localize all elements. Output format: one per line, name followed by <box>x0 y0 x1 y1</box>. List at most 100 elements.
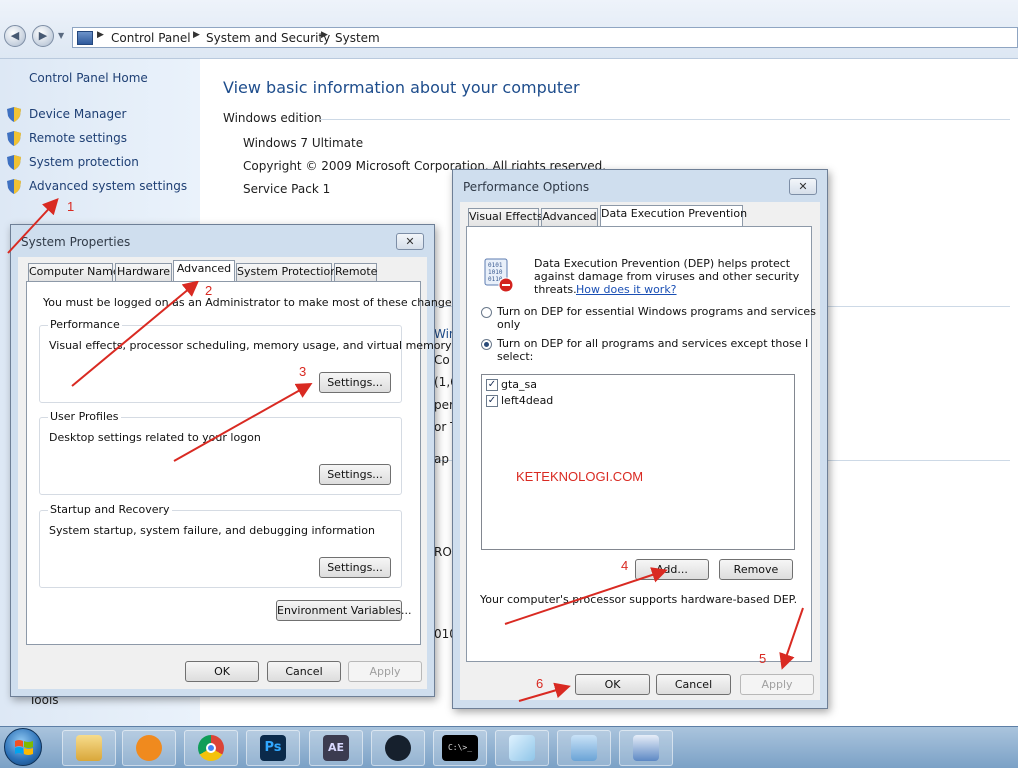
annotation-number: 4 <box>621 558 629 573</box>
page-title: View basic information about your comput… <box>223 78 580 97</box>
user-profiles-group: User Profiles Desktop settings related t… <box>39 410 402 495</box>
tab-advanced[interactable]: Advanced <box>541 208 598 226</box>
list-item[interactable]: left4dead <box>501 394 553 407</box>
forward-button[interactable]: ▶ <box>32 25 54 47</box>
cancel-button[interactable]: Cancel <box>656 674 731 695</box>
tab-remote[interactable]: Remote <box>334 263 377 281</box>
command-prompt-icon: C:\>_ <box>442 735 478 761</box>
shield-icon <box>7 131 21 146</box>
dep-all-programs-radio[interactable] <box>481 339 492 350</box>
shield-icon <box>7 107 21 122</box>
address-field[interactable]: ▶ Control Panel ▶ System and Security ▶ … <box>72 27 1018 48</box>
edition-value: Windows 7 Ultimate <box>243 136 364 150</box>
crumb-system-security[interactable]: System and Security <box>206 31 330 45</box>
chevron-right-icon[interactable]: ▶ <box>97 30 104 40</box>
control-panel-icon <box>571 735 597 761</box>
tab-advanced[interactable]: Advanced <box>173 260 235 281</box>
performance-settings-button[interactable]: Settings... <box>319 372 391 393</box>
dialog-client: Computer Name Hardware Advanced System P… <box>18 257 461 689</box>
close-icon[interactable]: ✕ <box>396 233 424 250</box>
taskbar-photoshop[interactable]: Ps <box>246 730 300 766</box>
remote-settings-link[interactable]: Remote settings <box>29 131 127 145</box>
excluded-programs-list[interactable]: ✓ gta_sa ✓ left4dead KETEKNOLOGI.COM <box>481 374 795 550</box>
back-button[interactable]: ◀ <box>4 25 26 47</box>
after-effects-icon: AE <box>323 735 349 761</box>
radio-label: Turn on DEP for essential Windows progra… <box>497 305 816 318</box>
tab-hardware[interactable]: Hardware <box>115 263 172 281</box>
annotation-number: 1 <box>67 199 75 214</box>
taskbar-notepad[interactable] <box>495 730 549 766</box>
list-item[interactable]: gta_sa <box>501 378 537 391</box>
ok-button[interactable]: OK <box>185 661 259 682</box>
ok-button[interactable]: OK <box>575 674 650 695</box>
performance-group: Performance Visual effects, processor sc… <box>39 318 452 403</box>
computer-icon <box>633 735 659 761</box>
control-panel-home-link[interactable]: Control Panel Home <box>29 71 148 85</box>
section-divider <box>320 119 1010 120</box>
support-note: Your computer's processor supports hardw… <box>480 593 798 606</box>
dep-essential-radio[interactable] <box>481 307 492 318</box>
taskbar-command-prompt[interactable]: C:\>_ <box>433 730 487 766</box>
environment-variables-button[interactable]: Environment Variables... <box>276 600 412 621</box>
shield-icon <box>7 179 21 194</box>
chevron-right-icon[interactable]: ▶ <box>321 30 328 40</box>
windows-logo-icon <box>15 740 33 755</box>
history-dropdown-icon[interactable]: ▼ <box>58 31 64 40</box>
dep-description-line: threats. <box>534 283 577 296</box>
add-button[interactable]: Add... <box>635 559 709 580</box>
advanced-system-settings-link[interactable]: Advanced system settings <box>29 179 187 193</box>
crumb-control-panel[interactable]: Control Panel <box>111 31 191 45</box>
tab-computer-name[interactable]: Computer Name <box>28 263 120 281</box>
program-checkbox[interactable]: ✓ <box>486 379 498 391</box>
cancel-button[interactable]: Cancel <box>267 661 341 682</box>
start-button[interactable] <box>4 728 42 766</box>
photoshop-icon: Ps <box>260 735 286 761</box>
close-icon[interactable]: ✕ <box>789 178 817 195</box>
dep-description-line: Data Execution Prevention (DEP) helps pr… <box>534 257 791 270</box>
device-manager-link[interactable]: Device Manager <box>29 107 126 121</box>
taskbar-chrome[interactable] <box>184 730 238 766</box>
taskbar-explorer[interactable] <box>62 730 116 766</box>
taskbar-system[interactable] <box>619 730 673 766</box>
address-bar-area: ◀ ▶ ▼ ▶ Control Panel ▶ System and Secur… <box>0 0 1018 59</box>
tab-data-execution-prevention[interactable]: Data Execution Prevention <box>600 205 747 226</box>
taskbar-uc-browser[interactable] <box>122 730 176 766</box>
apply-button[interactable]: Apply <box>348 661 422 682</box>
partial-text: RO <box>434 545 452 559</box>
annotation-number: 6 <box>536 676 544 691</box>
chrome-icon <box>198 735 224 761</box>
svg-text:0101: 0101 <box>488 262 503 269</box>
computer-icon <box>77 31 93 45</box>
crumb-system[interactable]: System <box>335 31 380 45</box>
system-properties-dialog: System Properties ✕ Computer Name Hardwa… <box>10 224 461 697</box>
taskbar-after-effects[interactable]: AE <box>309 730 363 766</box>
service-pack-text: Service Pack 1 <box>243 182 331 196</box>
partial-text: Co <box>434 353 450 367</box>
windows-edition-label: Windows edition <box>223 111 322 125</box>
group-description: Visual effects, processor scheduling, me… <box>49 339 452 352</box>
group-label: User Profiles <box>48 410 121 423</box>
partial-text: per <box>434 398 454 412</box>
steam-icon <box>385 735 411 761</box>
system-protection-link[interactable]: System protection <box>29 155 139 169</box>
taskbar-steam[interactable] <box>371 730 425 766</box>
svg-text:1010: 1010 <box>488 269 503 276</box>
tab-system-protection[interactable]: System Protection <box>236 263 337 281</box>
group-description: Desktop settings related to your logon <box>49 431 261 444</box>
apply-button[interactable]: Apply <box>740 674 814 695</box>
remove-button[interactable]: Remove <box>719 559 793 580</box>
dep-tab-panel: 0101 1010 0110 Data Execution Prevention… <box>466 226 816 662</box>
group-description: System startup, system failure, and debu… <box>49 524 375 537</box>
shield-icon <box>7 155 21 170</box>
how-does-it-work-link[interactable]: How does it work? <box>576 283 677 296</box>
startup-settings-button[interactable]: Settings... <box>319 557 391 578</box>
taskbar-control-panel[interactable] <box>557 730 611 766</box>
program-checkbox[interactable]: ✓ <box>486 395 498 407</box>
chevron-right-icon[interactable]: ▶ <box>193 30 200 40</box>
tab-visual-effects[interactable]: Visual Effects <box>468 208 543 226</box>
annotation-number: 2 <box>205 283 213 298</box>
advanced-tab-panel: You must be logged on as an Administrato… <box>26 281 461 645</box>
dialog-title: Performance Options <box>463 180 590 194</box>
dep-description-line: against damage from viruses and other se… <box>534 270 800 283</box>
user-profiles-settings-button[interactable]: Settings... <box>319 464 391 485</box>
